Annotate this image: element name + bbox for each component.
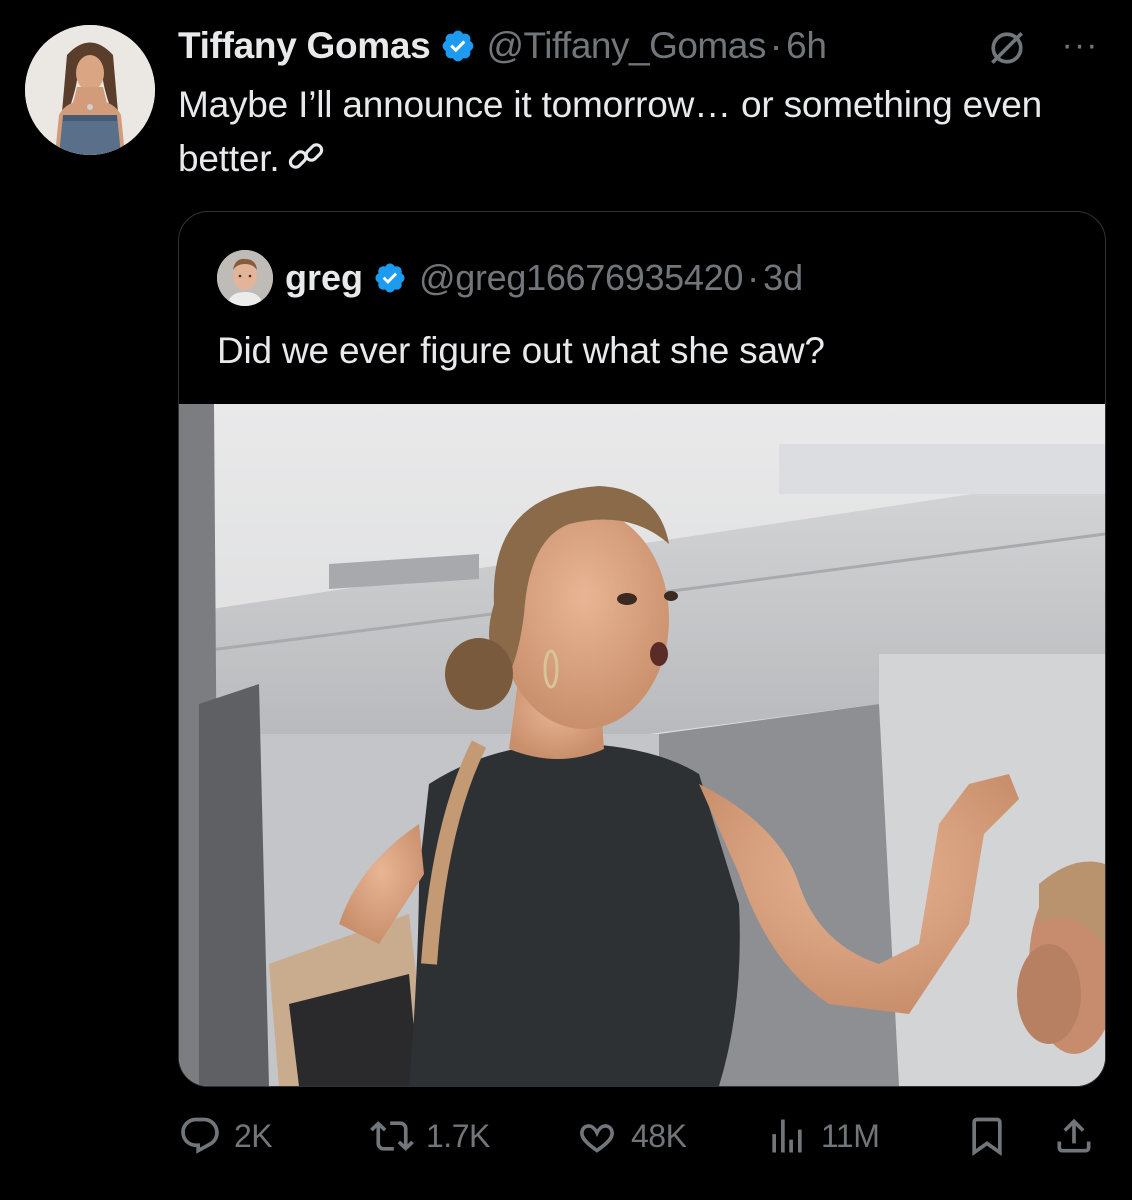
more-icon[interactable]: ···	[1055, 28, 1105, 66]
repost-count: 1.7K	[426, 1117, 490, 1154]
share-icon	[1057, 1118, 1091, 1153]
author-avatar[interactable]	[25, 25, 155, 155]
repost-icon	[370, 1121, 414, 1151]
like-count: 48K	[631, 1117, 687, 1154]
quoted-tweet-text: Did we ever figure out what she saw?	[217, 330, 825, 371]
reply-count: 2K	[234, 1117, 273, 1154]
quoted-author-avatar[interactable]	[217, 250, 273, 306]
tweet-header: Tiffany Gomas @Tiffany_Gomas · 6h	[178, 22, 827, 70]
repost-button[interactable]: 1.7K	[370, 1108, 490, 1164]
quoted-tweet[interactable]: greg @greg16676935420 · 3d Did we ever f…	[178, 211, 1106, 1087]
author-handle[interactable]: @Tiffany_Gomas	[486, 25, 766, 67]
action-bar: 2K 1.7K 48K 11M	[0, 1108, 1132, 1168]
share-button[interactable]	[1052, 1108, 1096, 1164]
views-chart-icon	[772, 1119, 802, 1153]
quoted-timestamp[interactable]: 3d	[763, 257, 803, 299]
timestamp[interactable]: 6h	[786, 25, 827, 67]
grok-icon[interactable]	[985, 26, 1029, 70]
profile-photo-icon	[217, 250, 273, 306]
reply-icon	[181, 1117, 219, 1154]
quoted-tweet-header: greg @greg16676935420 · 3d	[217, 250, 803, 306]
author-display-name[interactable]: Tiffany Gomas	[178, 25, 431, 67]
profile-photo-icon	[25, 25, 155, 155]
separator-dot: ·	[769, 25, 783, 66]
reply-button[interactable]: 2K	[178, 1108, 273, 1164]
quoted-author-display-name[interactable]: greg	[285, 257, 363, 299]
verified-badge-icon[interactable]	[373, 261, 407, 295]
verified-badge-icon[interactable]	[440, 28, 476, 64]
quoted-author-handle[interactable]: @greg16676935420	[419, 257, 743, 299]
views-button[interactable]: 11M	[765, 1108, 880, 1164]
views-count: 11M	[821, 1117, 880, 1154]
link-icon	[289, 143, 324, 169]
tweet[interactable]: Tiffany Gomas @Tiffany_Gomas · 6h ··· Ma…	[0, 0, 1132, 1200]
heart-icon	[580, 1124, 614, 1153]
airplane-cabin-photo-icon	[179, 404, 1105, 1086]
bookmark-button[interactable]	[965, 1108, 1009, 1164]
like-button[interactable]: 48K	[575, 1108, 687, 1164]
bookmark-icon	[972, 1117, 1002, 1157]
tweet-text: Maybe I’ll announce it tomorrow… or some…	[178, 78, 1118, 186]
quoted-tweet-media[interactable]	[179, 404, 1105, 1086]
separator-dot: ·	[747, 257, 760, 298]
